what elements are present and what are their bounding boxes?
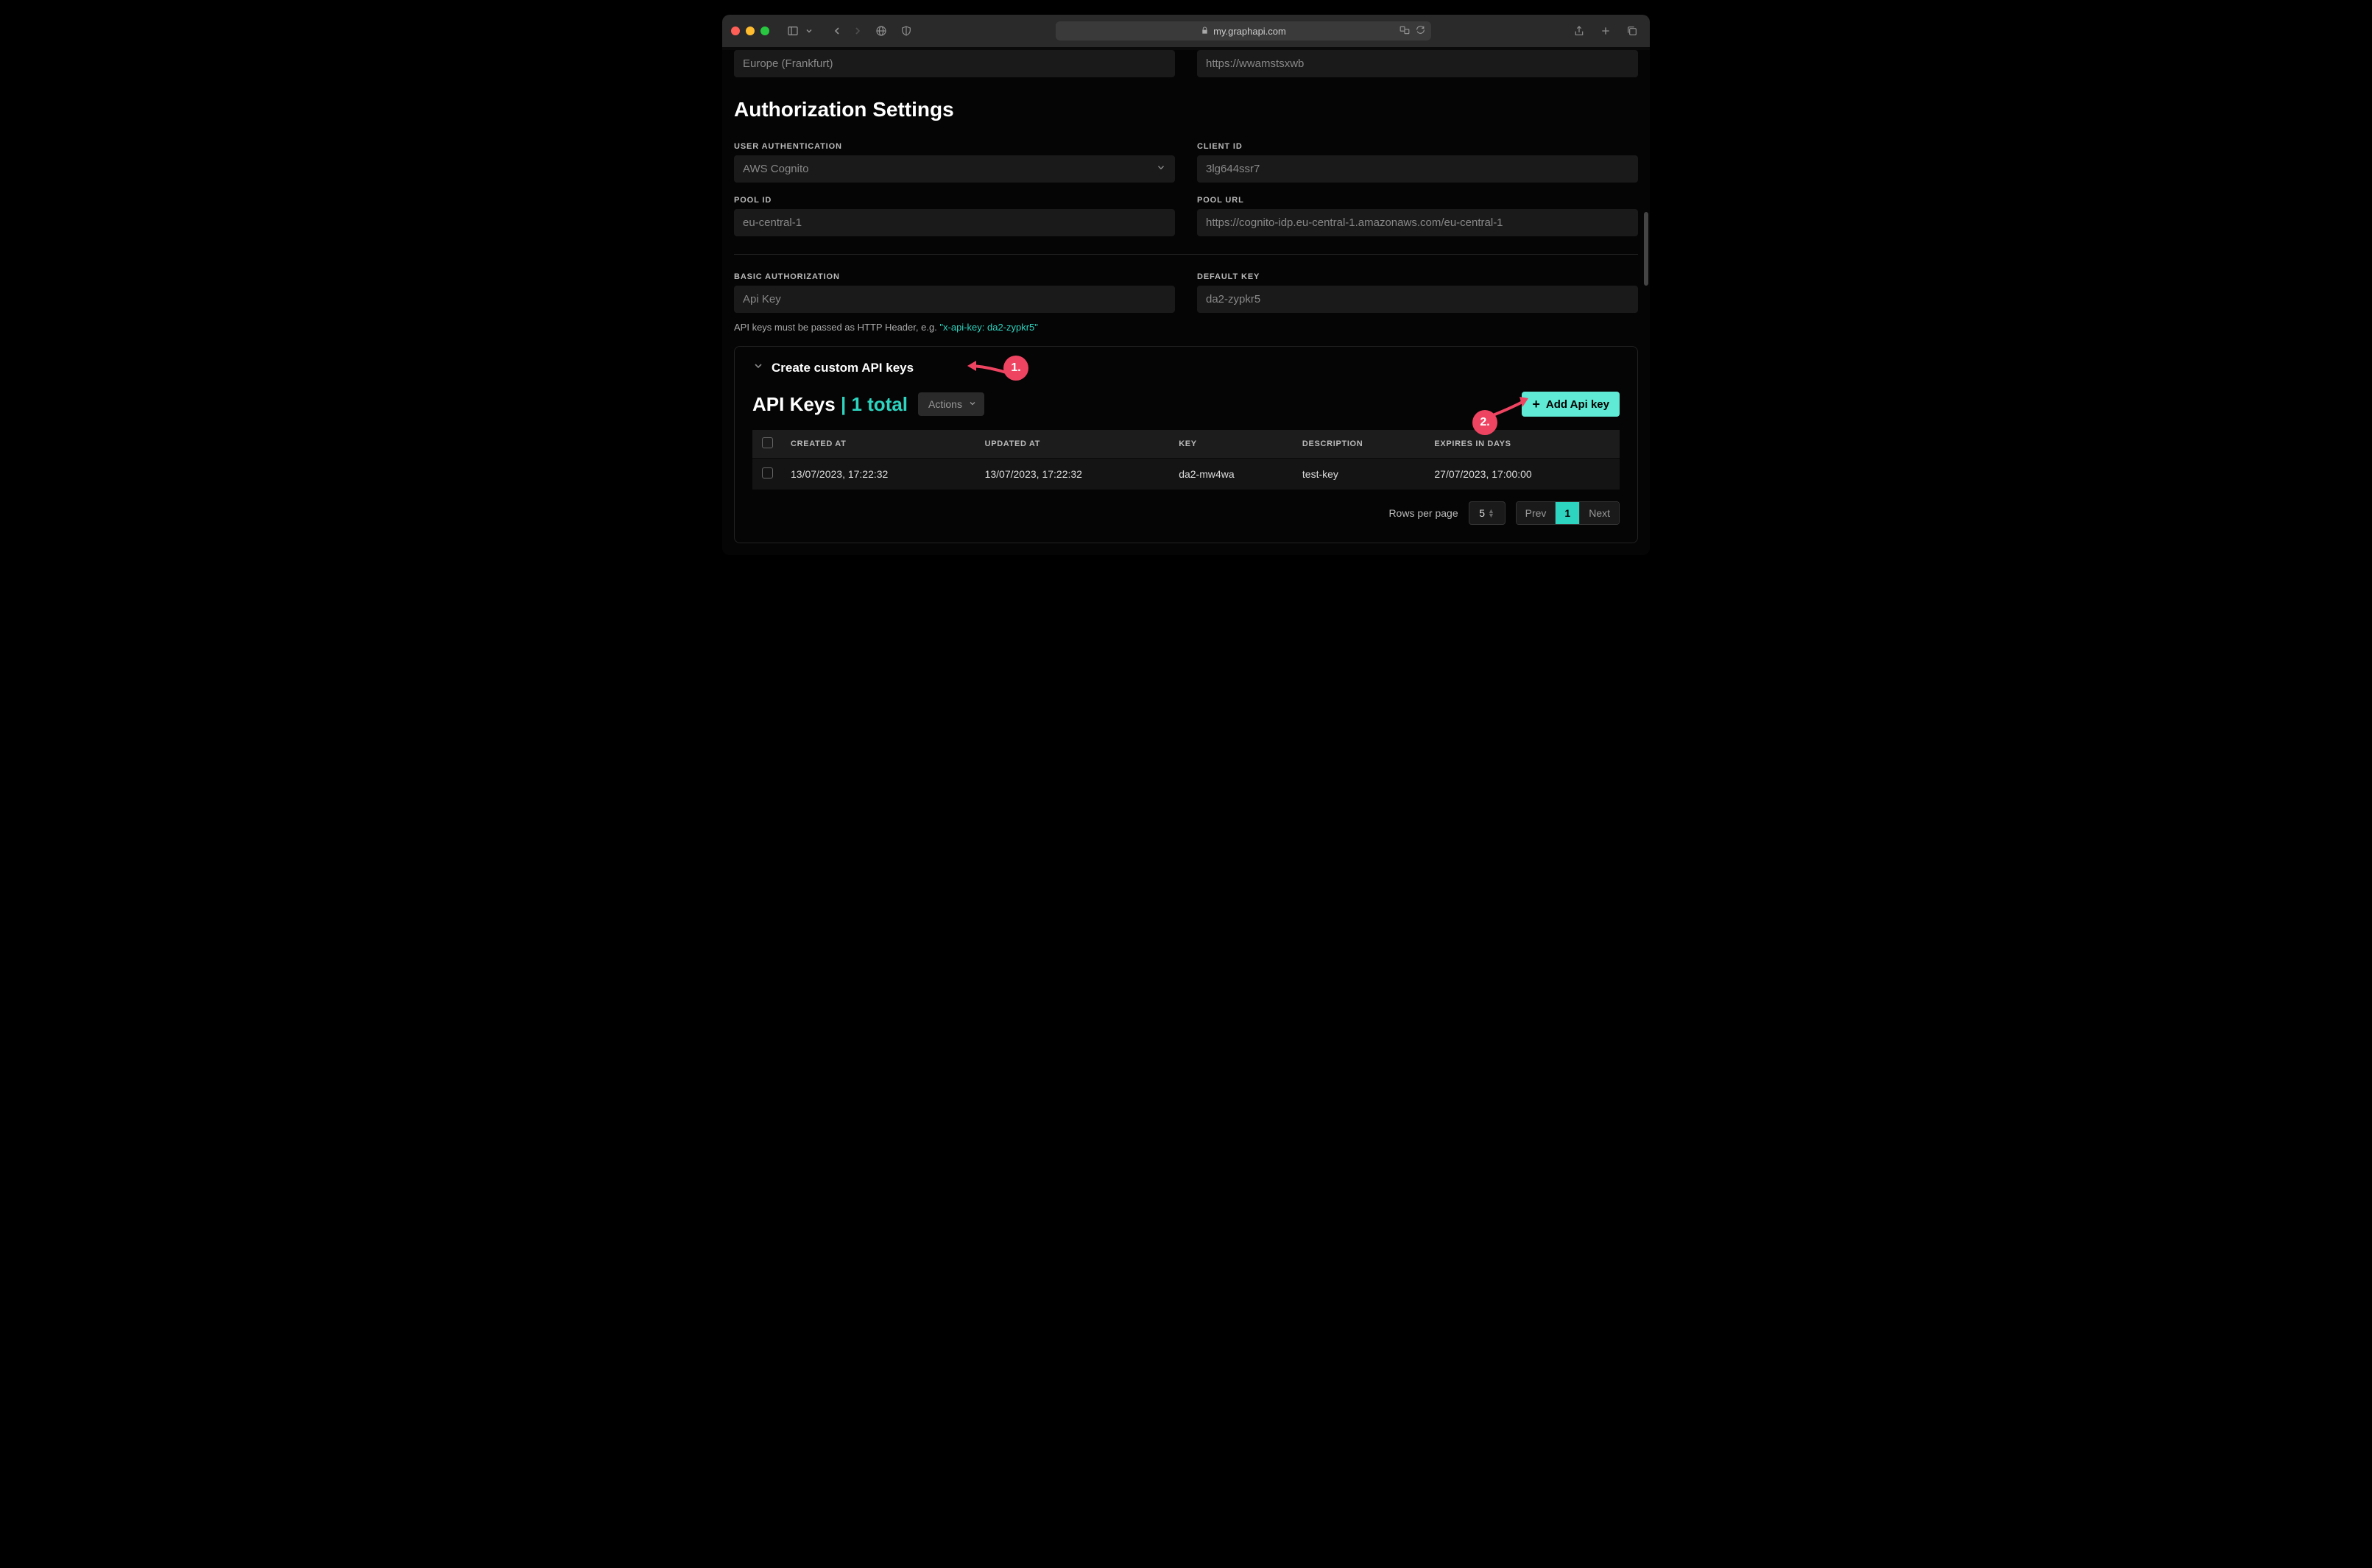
section-title: Authorization Settings xyxy=(734,98,1638,121)
region-field[interactable] xyxy=(734,50,1175,77)
globe-icon[interactable] xyxy=(872,22,890,40)
share-icon[interactable] xyxy=(1570,22,1588,40)
new-tab-icon[interactable] xyxy=(1597,22,1614,40)
divider xyxy=(734,254,1638,255)
endpoint-field[interactable] xyxy=(1197,50,1638,77)
col-key: KEY xyxy=(1170,430,1293,459)
pool-id-field[interactable] xyxy=(734,209,1175,236)
panel-toggle[interactable]: Create custom API keys xyxy=(752,360,1620,375)
cell-description: test-key xyxy=(1293,459,1425,490)
table-header-row: CREATED AT UPDATED AT KEY DESCRIPTION EX… xyxy=(752,430,1620,459)
pool-id-label: POOL ID xyxy=(734,196,1175,205)
pool-url-field[interactable] xyxy=(1197,209,1638,236)
back-button[interactable] xyxy=(828,22,846,40)
col-description: DESCRIPTION xyxy=(1293,430,1425,459)
titlebar: my.graphapi.com xyxy=(722,15,1650,47)
table-row[interactable]: 13/07/2023, 17:22:32 13/07/2023, 17:22:3… xyxy=(752,459,1620,490)
reload-icon[interactable] xyxy=(1416,25,1425,38)
address-bar[interactable]: my.graphapi.com xyxy=(1056,21,1431,40)
default-key-label: DEFAULT KEY xyxy=(1197,272,1638,281)
forward-button[interactable] xyxy=(849,22,866,40)
default-key-field[interactable] xyxy=(1197,286,1638,313)
pagination: Rows per page 5 ▲▼ Prev 1 Next xyxy=(752,501,1620,525)
keys-title: API Keys | 1 total xyxy=(752,393,908,416)
col-expires: EXPIRES IN DAYS xyxy=(1425,430,1620,459)
actions-dropdown[interactable]: Actions xyxy=(918,392,984,416)
translate-icon[interactable] xyxy=(1399,25,1410,38)
client-id-field[interactable] xyxy=(1197,155,1638,183)
browser-window: my.graphapi.com xyxy=(722,15,1650,555)
maximize-window-button[interactable] xyxy=(760,27,769,35)
col-updated: UPDATED AT xyxy=(976,430,1171,459)
user-auth-label: USER AUTHENTICATION xyxy=(734,142,1175,151)
panel-title: Create custom API keys xyxy=(772,361,914,375)
chevron-down-icon xyxy=(968,398,977,410)
sort-caret-icon: ▲▼ xyxy=(1488,509,1494,518)
basic-auth-field[interactable] xyxy=(734,286,1175,313)
dropdown-chevron-icon[interactable] xyxy=(805,22,813,40)
select-all-checkbox[interactable] xyxy=(762,437,773,448)
cell-expires: 27/07/2023, 17:00:00 xyxy=(1425,459,1620,490)
next-page-button[interactable]: Next xyxy=(1580,502,1619,524)
shield-icon[interactable] xyxy=(897,22,915,40)
close-window-button[interactable] xyxy=(731,27,740,35)
tabs-overview-icon[interactable] xyxy=(1623,22,1641,40)
cell-updated: 13/07/2023, 17:22:32 xyxy=(976,459,1171,490)
cell-key: da2-mw4wa xyxy=(1170,459,1293,490)
page-number-button[interactable]: 1 xyxy=(1556,502,1580,524)
add-api-key-button[interactable]: + Add Api key xyxy=(1522,392,1620,417)
help-code: "x-api-key: da2-zypkr5" xyxy=(939,322,1038,333)
help-text: API keys must be passed as HTTP Header, … xyxy=(734,322,1175,333)
sidebar-toggle-icon[interactable] xyxy=(784,22,802,40)
rows-per-page-select[interactable]: 5 ▲▼ xyxy=(1469,501,1506,525)
user-auth-select[interactable] xyxy=(734,155,1175,183)
rows-per-page-label: Rows per page xyxy=(1388,507,1458,519)
basic-auth-label: BASIC AUTHORIZATION xyxy=(734,272,1175,281)
col-created: CREATED AT xyxy=(782,430,976,459)
scrollbar[interactable] xyxy=(1644,212,1648,286)
help-prefix: API keys must be passed as HTTP Header, … xyxy=(734,322,939,333)
api-keys-table: CREATED AT UPDATED AT KEY DESCRIPTION EX… xyxy=(752,430,1620,490)
client-id-label: CLIENT ID xyxy=(1197,142,1638,151)
traffic-lights xyxy=(731,27,769,35)
url-text: my.graphapi.com xyxy=(1213,26,1286,37)
chevron-down-icon xyxy=(752,360,764,375)
minimize-window-button[interactable] xyxy=(746,27,755,35)
pool-url-label: POOL URL xyxy=(1197,196,1638,205)
api-keys-panel: Create custom API keys 1. API Keys | 1 t… xyxy=(734,346,1638,543)
prev-page-button[interactable]: Prev xyxy=(1517,502,1556,524)
lock-icon xyxy=(1201,26,1209,37)
row-checkbox[interactable] xyxy=(762,467,773,478)
page-content: Authorization Settings USER AUTHENTICATI… xyxy=(722,50,1650,555)
cell-created: 13/07/2023, 17:22:32 xyxy=(782,459,976,490)
plus-icon: + xyxy=(1532,398,1540,411)
